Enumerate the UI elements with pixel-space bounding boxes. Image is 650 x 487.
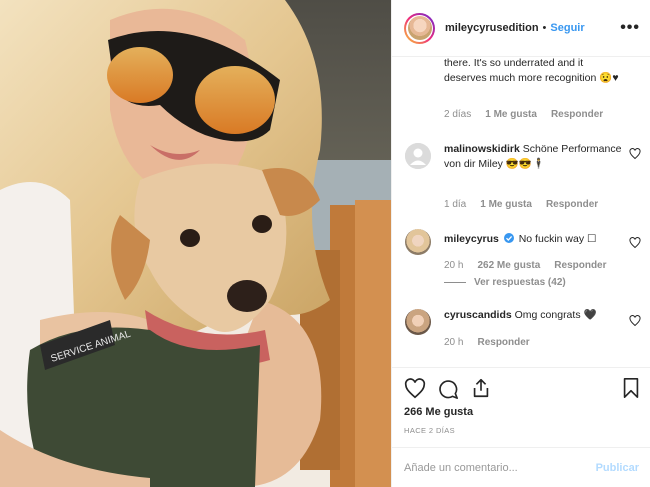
commenter-avatar[interactable] [405, 143, 431, 169]
commenter-username[interactable]: mileycyrus [444, 233, 499, 245]
author-avatar[interactable] [404, 12, 435, 44]
comment-likes[interactable]: 1 Me gusta [485, 109, 537, 120]
comment-time: 20 h [444, 337, 464, 348]
more-options-button[interactable]: ••• [620, 19, 640, 37]
comment-meta: 2 días 1 Me gusta Responder [444, 109, 603, 120]
comment-meta: 20 h 262 Me gusta Responder [444, 260, 607, 271]
post-panel: mileycyrusedition • Seguir ••• there. It… [391, 0, 650, 487]
author-username[interactable]: mileycyrusedition [445, 22, 539, 34]
commenter-username[interactable]: malinowskidirk [444, 143, 520, 155]
reply-button[interactable]: Responder [554, 260, 606, 271]
post-header: mileycyrusedition • Seguir ••• [392, 0, 650, 57]
like-comment-heart-icon[interactable] [629, 148, 641, 160]
view-replies-row[interactable]: Ver respuestas (42) [444, 277, 566, 288]
comment-input[interactable] [404, 461, 596, 474]
comment-time: 20 h [444, 260, 464, 271]
publish-button[interactable]: Publicar [596, 462, 639, 474]
post-timestamp: HACE 2 DÍAS [404, 426, 456, 435]
default-avatar-icon [405, 143, 431, 169]
comment-body: malinowskidirk Schöne Performance von di… [444, 142, 624, 172]
follow-button[interactable]: Seguir [550, 22, 584, 34]
share-icon[interactable] [470, 377, 492, 399]
verified-badge-icon [503, 233, 514, 243]
like-heart-icon[interactable] [404, 378, 426, 400]
header-separator: • [542, 22, 547, 34]
action-bar [392, 367, 650, 399]
photo-illustration: SERVICE ANIMAL [0, 0, 391, 487]
like-comment-heart-icon[interactable] [629, 315, 641, 327]
reply-button[interactable]: Responder [551, 109, 603, 120]
commenter-avatar[interactable] [405, 309, 431, 335]
reply-button[interactable]: Responder [477, 337, 529, 348]
like-comment-heart-icon[interactable] [629, 237, 641, 249]
like-count[interactable]: 266 Me gusta [404, 406, 473, 418]
comment-time: 1 día [444, 199, 467, 210]
comment-text: Omg congrats 🖤 [514, 309, 597, 321]
comment-likes[interactable]: 262 Me gusta [477, 260, 540, 271]
replies-line [444, 282, 466, 283]
bookmark-icon[interactable] [621, 377, 641, 399]
comment-text: No fuckin way ☐ [518, 233, 597, 245]
post-photo[interactable]: SERVICE ANIMAL [0, 0, 391, 487]
comment-body: mileycyrus No fuckin way ☐ [444, 232, 624, 247]
commenter-username[interactable]: cyruscandids [444, 309, 512, 321]
comment-time: 2 días [444, 109, 472, 120]
add-comment-bar: Publicar [392, 447, 650, 487]
comment-body: cyruscandids Omg congrats 🖤 [444, 308, 624, 323]
comment-meta: 20 h Responder [444, 337, 530, 348]
comment-meta: 1 día 1 Me gusta Responder [444, 199, 598, 210]
comment-text: there. It's so underrated and it deserve… [444, 57, 619, 84]
comments-list[interactable]: there. It's so underrated and it deserve… [392, 57, 650, 367]
comment-bubble-icon[interactable] [437, 378, 459, 400]
reply-button[interactable]: Responder [546, 199, 598, 210]
comment-likes[interactable]: 1 Me gusta [480, 199, 532, 210]
view-replies-link[interactable]: Ver respuestas (42) [474, 277, 566, 288]
commenter-avatar[interactable] [405, 229, 431, 255]
